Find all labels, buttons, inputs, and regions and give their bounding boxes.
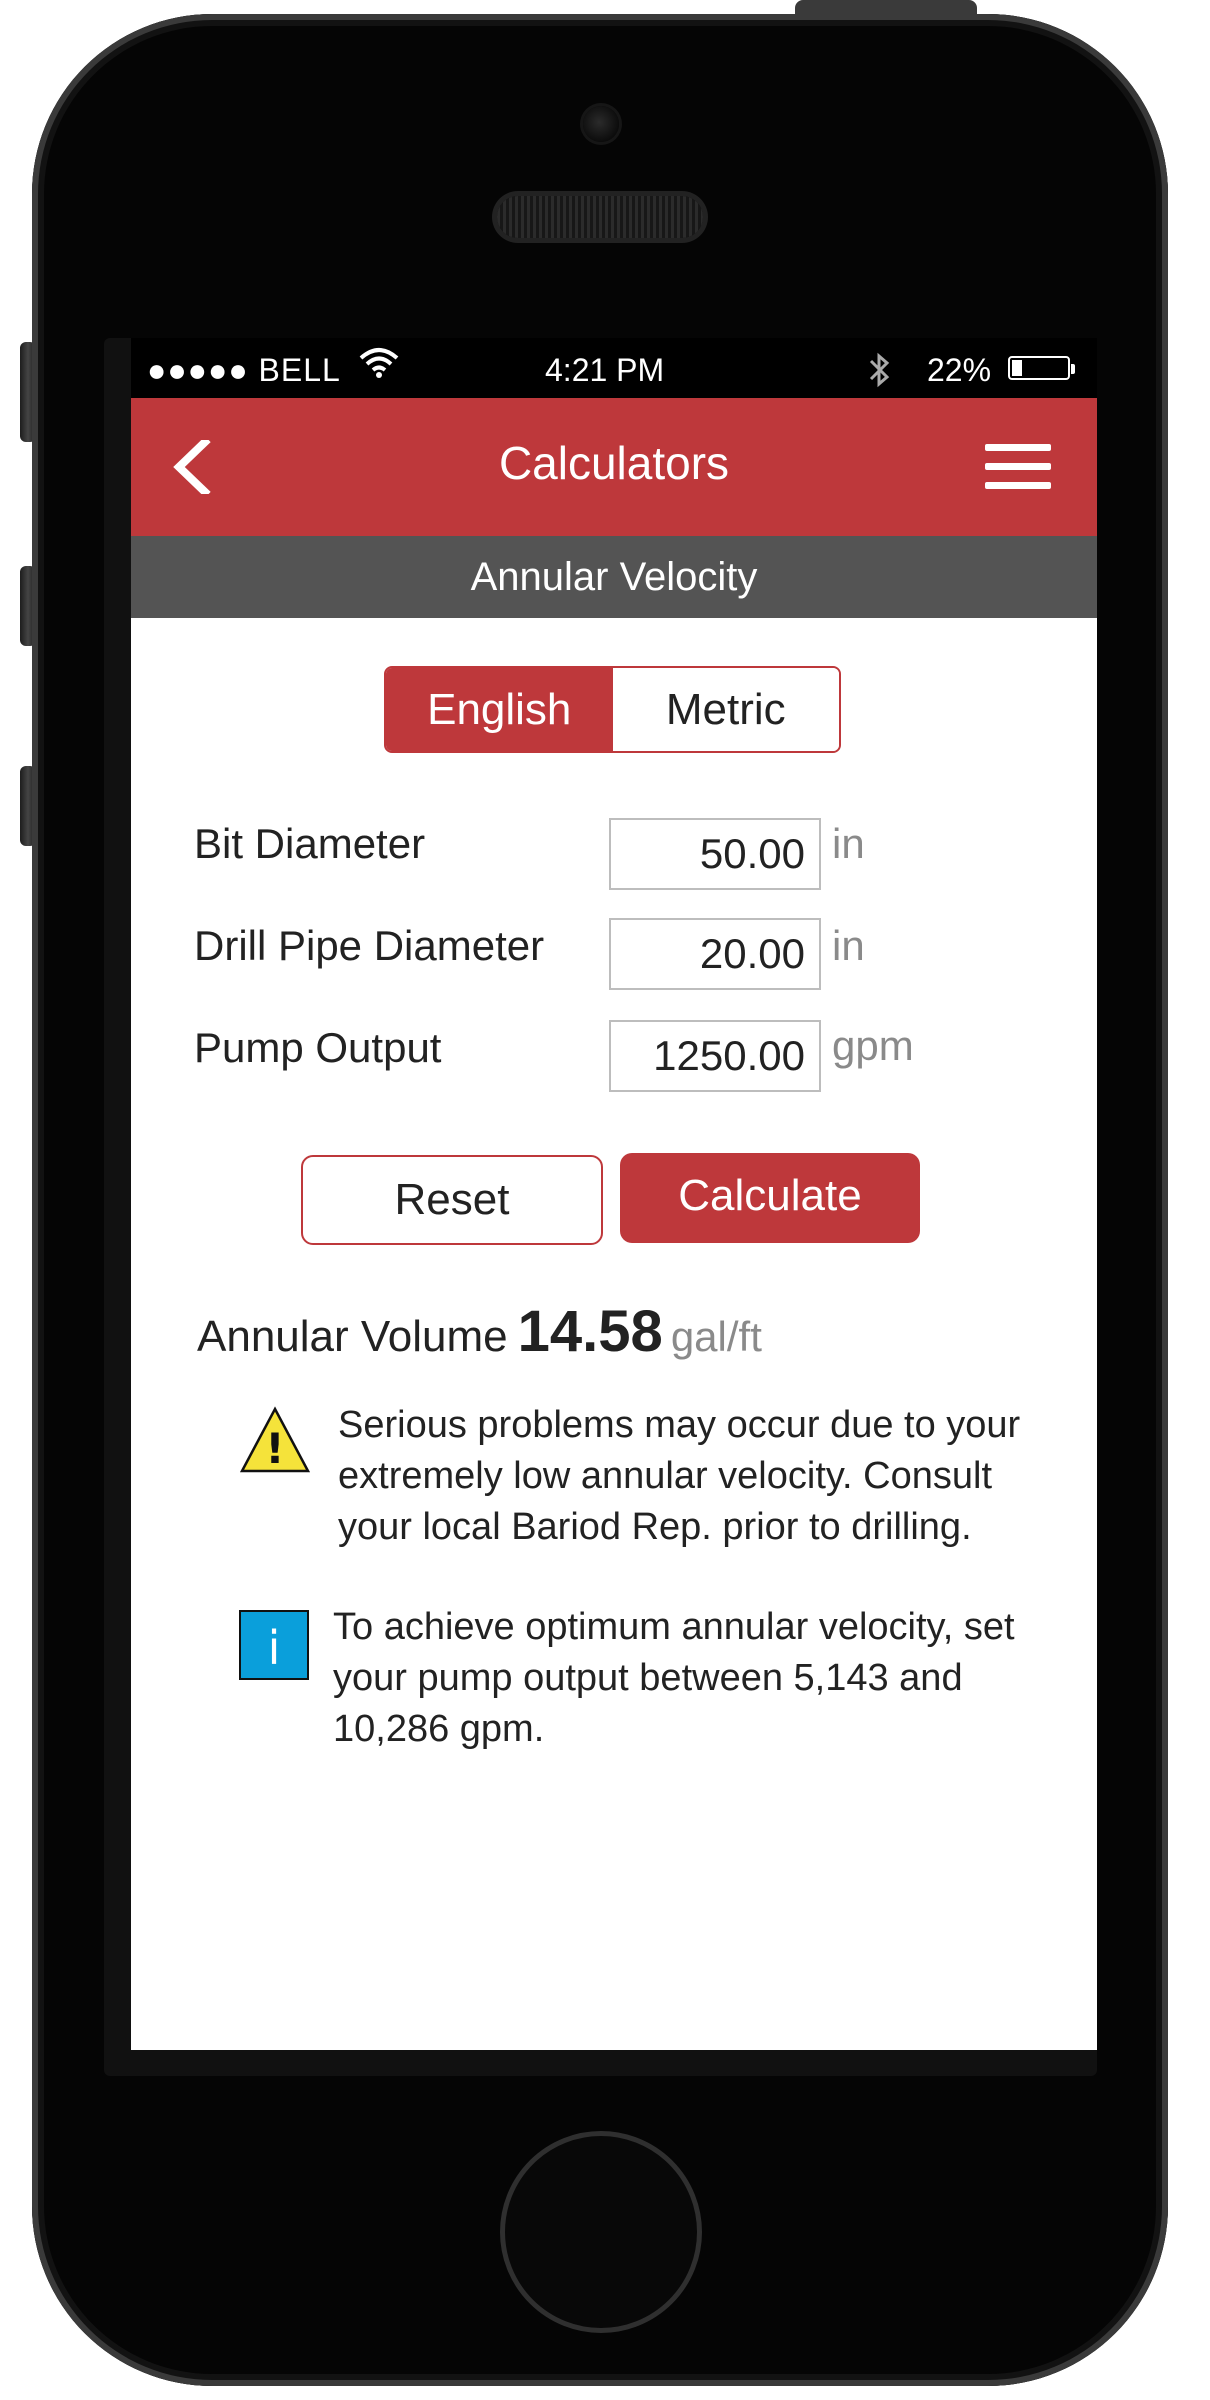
earpiece-speaker [497, 196, 703, 238]
bit-diameter-unit: in [832, 820, 865, 867]
battery-icon [1008, 356, 1075, 380]
bit-diameter-label: Bit Diameter [194, 820, 426, 867]
warning-message: Serious problems may occur due to your e… [338, 1404, 1021, 1548]
nav-title: Calculators [498, 437, 730, 489]
section-title: Annular Velocity [131, 536, 1097, 618]
segment-metric[interactable]: Metric [612, 668, 839, 751]
carrier-label: ●●●●● BELL [147, 352, 341, 388]
units-segmented-control: English Metric [384, 666, 841, 753]
pump-output-label: Pump Output [194, 1024, 442, 1071]
front-camera [583, 106, 619, 142]
bluetooth-icon [867, 352, 893, 396]
svg-text:!: ! [265, 1424, 284, 1473]
app-screen: ●●●●● BELL 4:21 PM 22% Calculators Annul… [131, 338, 1097, 2050]
result-label: Annular Volume [197, 1312, 508, 1361]
battery-percentage: 22% [927, 352, 992, 388]
status-bar: ●●●●● BELL 4:21 PM 22% [131, 338, 1097, 398]
annular-volume-result: Annular Volume 14.58 gal/ft [197, 1298, 762, 1365]
hamburger-menu-icon[interactable] [985, 442, 1051, 492]
pump-output-input[interactable]: 1250.00 [609, 1020, 821, 1092]
status-time: 4:21 PM [545, 352, 665, 388]
pump-output-unit: gpm [832, 1022, 914, 1069]
result-unit: gal/ft [670, 1313, 762, 1360]
warning-triangle-icon: ! [239, 1406, 311, 1478]
nav-bar: Calculators [131, 398, 1097, 536]
drill-pipe-diameter-label: Drill Pipe Diameter [194, 922, 545, 969]
bit-diameter-input[interactable]: 50.00 [609, 818, 821, 890]
calculate-button[interactable]: Calculate [620, 1153, 920, 1243]
home-button [500, 2131, 702, 2333]
info-message: To achieve optimum annular velocity, set… [333, 1606, 1015, 1750]
wifi-icon [359, 346, 399, 389]
drill-pipe-diameter-input[interactable]: 20.00 [609, 918, 821, 990]
result-value: 14.58 [517, 1299, 663, 1364]
drill-pipe-diameter-unit: in [832, 922, 865, 969]
info-icon: i [239, 1610, 309, 1684]
svg-text:i: i [268, 1621, 281, 1675]
reset-button[interactable]: Reset [301, 1155, 603, 1245]
segment-english[interactable]: English [386, 668, 613, 751]
